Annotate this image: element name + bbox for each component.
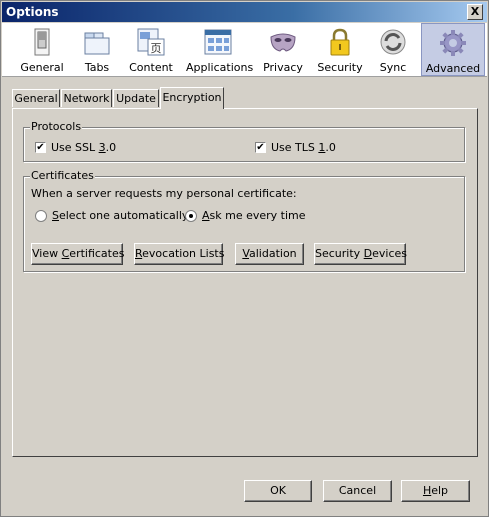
toolbar-item-label: Applications xyxy=(186,61,254,74)
toolbar-item-label: Sync xyxy=(379,61,407,74)
encryption-panel: Protocols ✔ Use SSL 3.0 ✔ Use TLS 1.0 Ce… xyxy=(12,108,478,457)
applications-icon xyxy=(204,29,232,55)
ssl-checkbox[interactable]: ✔ xyxy=(35,142,46,153)
privacy-mask-icon xyxy=(270,33,296,52)
toolbar-item-general[interactable]: General xyxy=(14,23,70,76)
ok-button[interactable]: OK xyxy=(244,480,312,502)
protocols-group: Protocols ✔ Use SSL 3.0 ✔ Use TLS 1.0 xyxy=(23,120,465,162)
toolbar-item-label: Advanced xyxy=(425,62,481,75)
ask-every-time-radio[interactable] xyxy=(185,210,197,222)
tab-general[interactable]: General xyxy=(12,89,60,107)
toolbar-item-advanced[interactable]: Advanced xyxy=(421,23,485,76)
validation-button[interactable]: Validation xyxy=(235,243,304,265)
tab-network[interactable]: Network xyxy=(61,89,112,107)
toolbar-item-security[interactable]: Security xyxy=(315,23,365,76)
help-button[interactable]: Help xyxy=(401,480,470,502)
close-button[interactable]: X xyxy=(467,4,483,20)
tab-encryption[interactable]: Encryption xyxy=(160,87,224,109)
ssl-label[interactable]: Use SSL 3.0 xyxy=(51,141,116,154)
toolbar-item-label: Security xyxy=(317,61,363,74)
toolbar-item-label: Tabs xyxy=(84,61,110,74)
content-icon: 页 xyxy=(137,28,165,56)
svg-text:页: 页 xyxy=(151,42,162,55)
select-automatically-radio[interactable] xyxy=(35,210,47,222)
toolbar-item-privacy[interactable]: Privacy xyxy=(259,23,307,76)
tls-checkbox[interactable]: ✔ xyxy=(255,142,266,153)
advanced-gear-icon xyxy=(440,30,466,56)
cancel-button[interactable]: Cancel xyxy=(323,480,392,502)
toolbar-item-label: General xyxy=(20,61,64,74)
certificates-label: Certificates xyxy=(30,169,95,182)
toolbar-item-sync[interactable]: Sync xyxy=(371,23,415,76)
tabs-icon xyxy=(84,32,110,55)
security-padlock-icon xyxy=(330,28,350,56)
revocation-lists-button[interactable]: Revocation Lists xyxy=(134,243,224,265)
view-certificates-button[interactable]: View Certificates xyxy=(31,243,125,265)
certificates-group: Certificates When a server requests my p… xyxy=(23,169,465,272)
tls-label[interactable]: Use TLS 1.0 xyxy=(271,141,336,154)
preferences-toolbar: General Tabs 页 Content Applications Priv… xyxy=(2,23,487,77)
toolbar-item-label: Content xyxy=(129,61,173,74)
protocols-label: Protocols xyxy=(30,120,83,133)
tab-update[interactable]: Update xyxy=(113,89,159,107)
select-automatically-label[interactable]: Select one automatically xyxy=(52,209,188,222)
general-switch-icon xyxy=(34,28,50,56)
window-title: Options xyxy=(6,5,59,19)
title-bar[interactable]: Options X xyxy=(2,2,487,22)
toolbar-item-tabs[interactable]: Tabs xyxy=(74,23,120,76)
toolbar-item-content[interactable]: 页 Content xyxy=(124,23,178,76)
options-window: Options X General Tabs 页 Content Applica… xyxy=(0,0,489,517)
security-devices-button[interactable]: Security Devices xyxy=(314,243,407,265)
sync-icon xyxy=(380,29,406,55)
toolbar-item-label: Privacy xyxy=(263,61,303,74)
certificate-prompt: When a server requests my personal certi… xyxy=(31,187,297,200)
toolbar-item-applications[interactable]: Applications xyxy=(186,23,254,76)
ask-every-time-label[interactable]: Ask me every time xyxy=(202,209,306,222)
